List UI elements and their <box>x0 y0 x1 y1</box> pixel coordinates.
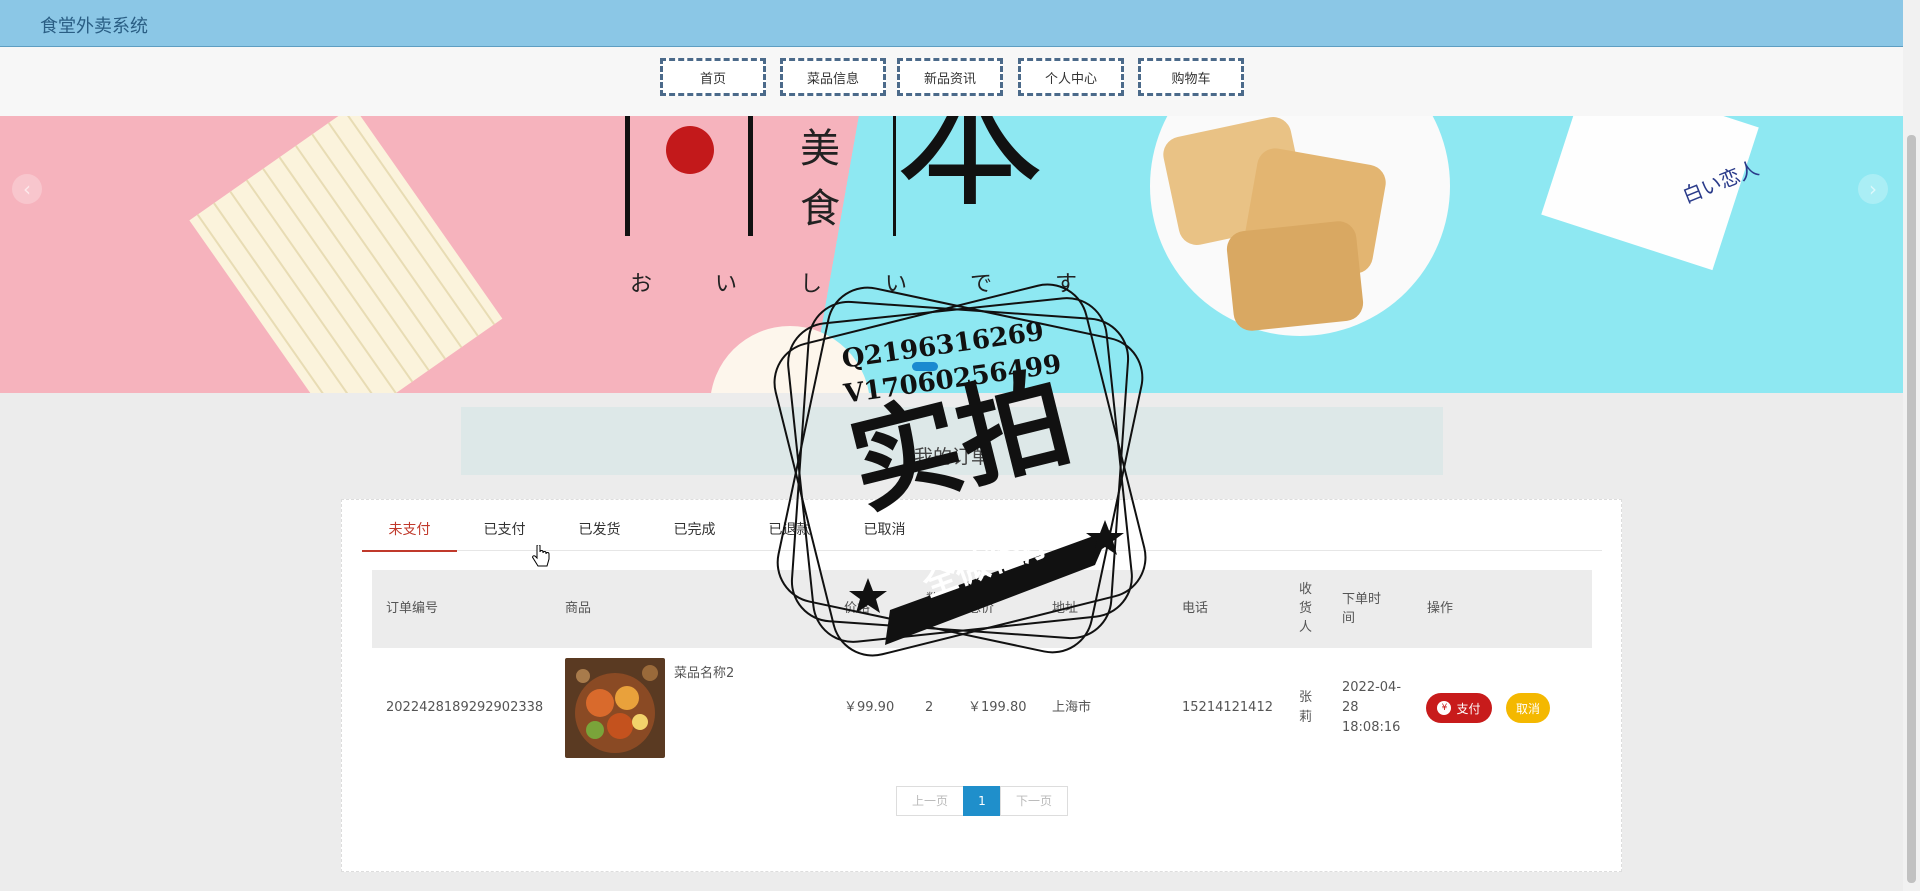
nav-news[interactable]: 新品资讯 <box>897 58 1003 96</box>
banner-glyph-small-2: 食 <box>800 186 840 232</box>
scrollbar-thumb[interactable] <box>1907 135 1916 883</box>
th-action: 操作 <box>1427 601 1454 616</box>
pay-button-label: 支付 <box>1456 701 1481 716</box>
carousel-indicator[interactable] <box>912 362 938 371</box>
next-page-button[interactable]: 下一页 <box>1000 786 1068 816</box>
address-cell: 上海市 <box>1052 700 1092 715</box>
pay-button[interactable]: ¥ 支付 <box>1426 693 1492 723</box>
yen-icon: ¥ <box>1437 701 1452 715</box>
qty-cell: 2 <box>925 700 934 715</box>
nav-cart[interactable]: 购物车 <box>1138 58 1244 96</box>
tab-shipped[interactable]: 已发货 <box>552 520 647 550</box>
receiver-cell: 张莉 <box>1299 690 1313 725</box>
th-receiver: 收货人 <box>1299 582 1313 635</box>
banner-carousel[interactable]: 美 食 本 お い し い で す 白い恋人 ‹ › <box>0 116 1903 393</box>
order-no-cell: 2022428189292902338 <box>386 700 544 715</box>
nav-home[interactable]: 首页 <box>660 58 766 96</box>
app-title: 食堂外卖系统 <box>40 16 148 37</box>
th-product: 商品 <box>565 601 592 616</box>
table-header: 订单编号 商品 价格 数量 总价 地址 电话 收货人 下单时间 操作 <box>372 570 1592 648</box>
tab-unpaid[interactable]: 未支付 <box>362 520 457 552</box>
carousel-prev-arrow-icon[interactable]: ‹ <box>12 174 42 204</box>
banner-glyph-small-1: 美 <box>800 126 840 172</box>
nav-dish-info[interactable]: 菜品信息 <box>780 58 886 96</box>
th-order-time: 下单时间 <box>1342 592 1382 626</box>
page-scrollbar[interactable] <box>1903 0 1920 891</box>
th-price: 价格 <box>844 601 871 616</box>
order-time-cell: 2022-04-28 18:08:16 <box>1342 680 1402 735</box>
banner-glyph-large: 本 <box>895 116 1046 228</box>
tab-completed[interactable]: 已完成 <box>647 520 742 550</box>
cancel-button[interactable]: 取消 <box>1506 693 1550 723</box>
prev-page-button[interactable]: 上一页 <box>896 786 964 816</box>
th-address: 地址 <box>1052 601 1079 616</box>
hand-pointer-icon <box>532 545 550 567</box>
nav-personal-center[interactable]: 个人中心 <box>1018 58 1124 96</box>
th-qty: 数量 <box>926 592 940 626</box>
th-phone: 电话 <box>1182 601 1209 616</box>
main-nav: 首页 菜品信息 新品资讯 个人中心 购物车 <box>0 47 1903 116</box>
tab-refunded[interactable]: 已退款 <box>742 520 837 550</box>
price-cell: ￥99.90 <box>844 700 895 715</box>
product-name-link[interactable]: 菜品名称2 <box>674 664 734 684</box>
page-1-button[interactable]: 1 <box>963 786 1001 816</box>
th-total: 总价 <box>968 601 995 616</box>
page-title: 我的订单 <box>913 446 990 468</box>
page-title-box: 我的订单 <box>461 407 1443 475</box>
banner-kana-text: お い し い で す <box>630 272 1105 297</box>
total-cell: ￥199.80 <box>968 700 1027 715</box>
product-thumbnail[interactable] <box>565 658 665 758</box>
th-order-no: 订单编号 <box>386 601 439 616</box>
tab-cancelled[interactable]: 已取消 <box>837 520 932 550</box>
carousel-next-arrow-icon[interactable]: › <box>1858 174 1888 204</box>
top-bar: 食堂外卖系统 <box>0 0 1903 47</box>
phone-cell: 15214121412 <box>1182 700 1273 715</box>
